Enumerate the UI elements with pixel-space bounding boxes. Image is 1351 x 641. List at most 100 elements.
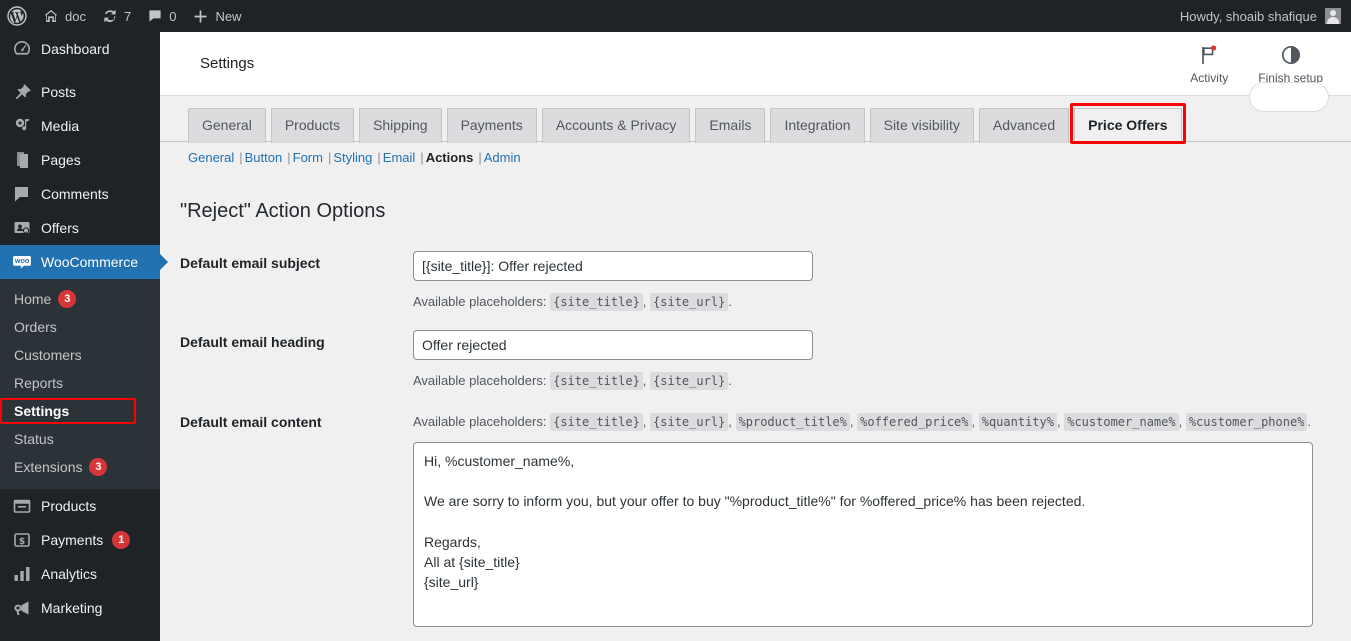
tab-shipping[interactable]: Shipping [359, 108, 442, 143]
subnav-separator: | [377, 150, 381, 165]
email-heading-input[interactable]: Offer rejected [413, 330, 813, 361]
tab-accounts-privacy[interactable]: Accounts & Privacy [541, 108, 691, 143]
tab-price-offers[interactable]: Price Offers [1074, 108, 1182, 143]
settings-form: Default email subject [{site_title}]: Of… [160, 240, 1351, 641]
sidebar-item-offers[interactable]: Offers [0, 211, 160, 245]
placeholder-token: %customer_phone% [1185, 412, 1308, 431]
sidebar-item-payments[interactable]: $ Payments 1 [0, 523, 160, 557]
updates-icon [102, 8, 118, 24]
woocommerce-icon: WOO [12, 252, 32, 272]
sidebar-item-label: Pages [41, 152, 81, 168]
email-content-field-cell: Available placeholders: {site_title}, {s… [393, 400, 1351, 633]
sidebar-item-products[interactable]: Products [0, 489, 160, 523]
payments-icon: $ [12, 530, 32, 550]
home-icon [43, 8, 59, 24]
sidebar-subitem-label: Settings [14, 403, 70, 419]
email-subject-field-cell: [{site_title}]: Offer rejected Available… [393, 241, 1351, 321]
admin-bar: doc 7 0 New Howdy, shoaib shafique [0, 0, 1351, 32]
sidebar-item-analytics[interactable]: Analytics [0, 557, 160, 591]
sidebar-subitem-label: Orders [14, 319, 57, 335]
tab-site-visibility[interactable]: Site visibility [869, 108, 974, 143]
sidebar-item-comments[interactable]: Comments [0, 177, 160, 211]
comments-menu[interactable]: 0 [139, 0, 184, 32]
pages-icon [12, 150, 32, 170]
sidebar-item-pages[interactable]: Pages [0, 143, 160, 177]
sidebar-subitem-orders[interactable]: Orders [0, 313, 160, 341]
wordpress-logo-icon [7, 6, 27, 26]
subnav-admin[interactable]: Admin [484, 150, 521, 165]
sidebar-item-label: Marketing [41, 600, 103, 616]
home-badge: 3 [58, 290, 77, 308]
tab-payments[interactable]: Payments [446, 108, 537, 143]
subnav-separator: | [327, 150, 332, 165]
page-title: Settings [200, 55, 255, 72]
half-circle-icon [1280, 43, 1302, 67]
comment-bubble-icon [12, 184, 32, 204]
subnav-separator: | [287, 150, 291, 165]
placeholder-token: %offered_price% [857, 412, 972, 431]
subnav-form[interactable]: Form [293, 150, 323, 165]
email-content-label: Default email content [180, 413, 322, 430]
subnav-separator: | [478, 150, 482, 165]
email-heading-label: Default email heading [180, 334, 325, 351]
analytics-icon [12, 564, 32, 584]
field-row-email-content: Default email content Available placehol… [160, 400, 1351, 633]
woocommerce-header: Settings Activity Finish setup [160, 32, 1351, 112]
sidebar-item-label: Analytics [41, 566, 98, 582]
email-heading-field-cell: Offer rejected Available placeholders: {… [393, 320, 1351, 400]
sidebar-subitem-home[interactable]: Home 3 [0, 285, 160, 313]
sidebar-subitem-label: Extensions [14, 459, 83, 475]
subnav-actions[interactable]: Actions [426, 150, 474, 165]
subnav-email[interactable]: Email [383, 150, 416, 165]
sidebar-subitem-settings[interactable]: Settings [0, 397, 160, 425]
sidebar-subitem-label: Customers [14, 347, 82, 363]
comments-count: 0 [169, 8, 177, 24]
activity-button[interactable]: Activity [1190, 43, 1228, 85]
media-icon [12, 116, 32, 136]
placeholder-token: %product_title% [735, 412, 850, 431]
sidebar-subitem-extensions[interactable]: Extensions 3 [0, 453, 160, 481]
products-icon [12, 496, 32, 516]
sidebar-subitem-customers[interactable]: Customers [0, 341, 160, 369]
tab-advanced[interactable]: Advanced [978, 108, 1070, 143]
updates-count: 7 [123, 8, 132, 24]
flag-activity-icon [1198, 43, 1220, 67]
tab-emails[interactable]: Emails [695, 108, 766, 143]
tab-integration[interactable]: Integration [770, 108, 865, 143]
sidebar-item-media[interactable]: Media [0, 109, 160, 143]
updates-menu[interactable]: 7 [94, 0, 139, 32]
sidebar-subitem-status[interactable]: Status [0, 425, 160, 453]
svg-text:WOO: WOO [15, 259, 30, 265]
sidebar-item-label: WooCommerce [41, 254, 138, 270]
tab-products[interactable]: Products [270, 108, 355, 143]
pin-icon [12, 82, 32, 102]
sidebar-subitem-label: Home [14, 291, 52, 307]
sidebar-subitem-label: Status [14, 431, 54, 447]
site-name-menu[interactable]: doc [35, 0, 94, 32]
sidebar-item-dashboard[interactable]: Dashboard [0, 32, 160, 66]
subnav-separator: | [420, 150, 424, 165]
field-row-email-heading: Default email heading Offer rejected Ava… [160, 320, 1351, 400]
sidebar-item-label: Comments [41, 186, 109, 202]
subnav-general[interactable]: General [188, 150, 234, 165]
wp-logo-menu[interactable] [0, 0, 35, 32]
field-row-email-subject: Default email subject [{site_title}]: Of… [160, 241, 1351, 321]
placeholder-token: {site_url} [650, 292, 729, 311]
sidebar-item-label: Offers [41, 220, 79, 236]
new-content-menu[interactable]: New [184, 0, 249, 32]
sidebar-subitem-reports[interactable]: Reports [0, 369, 160, 397]
finish-setup-button[interactable]: Finish setup [1258, 43, 1323, 85]
sidebar-item-posts[interactable]: Posts [0, 75, 160, 109]
new-content-label: New [215, 8, 242, 24]
placeholder-token: %customer_name% [1064, 412, 1179, 431]
activity-label: Activity [1190, 70, 1229, 85]
tab-general[interactable]: General [188, 108, 266, 143]
avatar [1325, 8, 1341, 24]
email-content-textarea[interactable]: Hi, %customer_name%, We are sorry to inf… [413, 441, 1313, 627]
subnav-styling[interactable]: Styling [333, 150, 372, 165]
sidebar-item-marketing[interactable]: Marketing [0, 591, 160, 625]
my-account-menu[interactable]: Howdy, shoaib shafique [1180, 8, 1351, 24]
email-subject-input[interactable]: [{site_title}]: Offer rejected [413, 250, 813, 281]
sidebar-item-woocommerce[interactable]: WOO WooCommerce [0, 245, 168, 279]
subnav-button[interactable]: Button [245, 150, 283, 165]
